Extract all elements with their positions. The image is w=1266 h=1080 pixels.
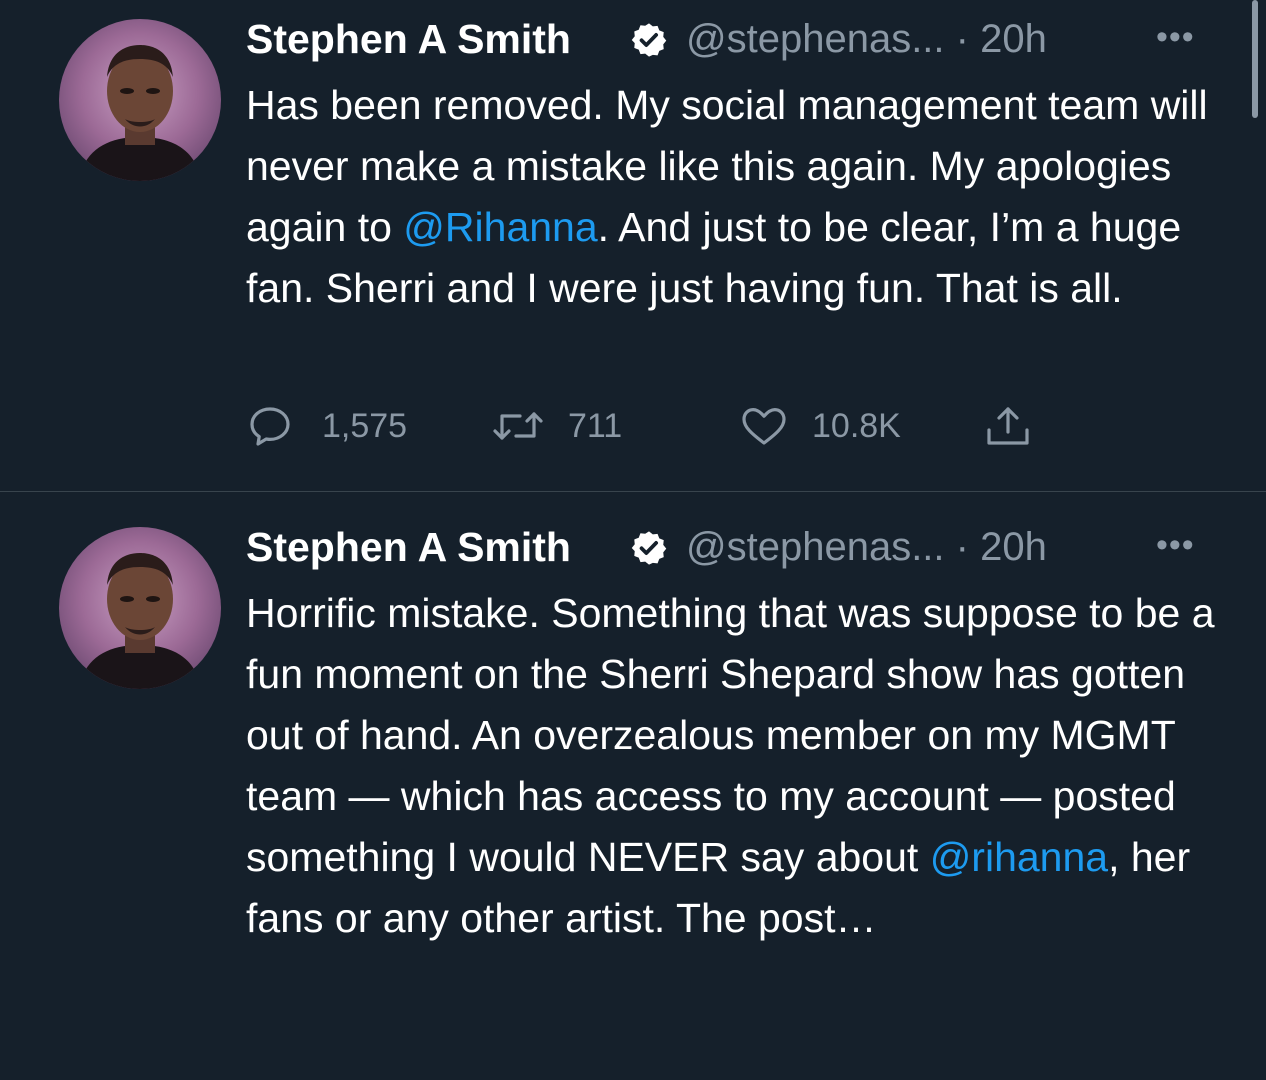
like-count: 10.8K <box>812 407 901 445</box>
separator-dot: · <box>955 17 969 61</box>
tweet-actions: 1,575 711 10.8K <box>246 396 1046 456</box>
more-options-icon[interactable]: ••• <box>1156 14 1195 60</box>
author-handle[interactable]: @stephenas... <box>686 525 945 569</box>
tweet-header: Stephen A Smith @stephenas... · 20h ••• <box>246 14 1246 64</box>
author-name[interactable]: Stephen A Smith <box>246 522 571 572</box>
separator-dot: · <box>955 525 969 569</box>
author-handle-and-time[interactable]: @stephenas... · 20h <box>686 14 1047 64</box>
tweet[interactable]: Stephen A Smith @stephenas... · 20h ••• … <box>0 492 1266 1080</box>
scrollbar[interactable] <box>1252 0 1258 118</box>
retweet-count: 711 <box>568 407 623 445</box>
tweet[interactable]: Stephen A Smith @stephenas... · 20h ••• … <box>0 0 1266 491</box>
author-name[interactable]: Stephen A Smith <box>246 14 571 64</box>
mention-link[interactable]: @Rihanna <box>403 204 597 250</box>
avatar-image <box>59 527 221 689</box>
share-icon <box>987 407 1029 445</box>
reply-count: 1,575 <box>322 407 408 445</box>
tweet-header: Stephen A Smith @stephenas... · 20h ••• <box>246 522 1246 572</box>
tweet-text: Horrific mistake. Something that was sup… <box>246 583 1236 949</box>
verified-badge-icon <box>631 23 667 57</box>
timestamp[interactable]: 20h <box>980 525 1047 569</box>
more-options-icon[interactable]: ••• <box>1156 522 1195 568</box>
retweet-icon <box>493 412 543 440</box>
avatar[interactable] <box>59 527 221 689</box>
author-handle[interactable]: @stephenas... <box>686 17 945 61</box>
avatar[interactable] <box>59 19 221 181</box>
avatar-image <box>59 19 221 181</box>
reply-icon <box>250 407 290 446</box>
heart-icon <box>742 408 786 445</box>
tweet-text: Has been removed. My social management t… <box>246 75 1236 319</box>
verified-badge-icon <box>631 531 667 565</box>
mention-link[interactable]: @rihanna <box>930 834 1108 880</box>
timestamp[interactable]: 20h <box>980 17 1047 61</box>
author-handle-and-time[interactable]: @stephenas... · 20h <box>686 522 1047 572</box>
